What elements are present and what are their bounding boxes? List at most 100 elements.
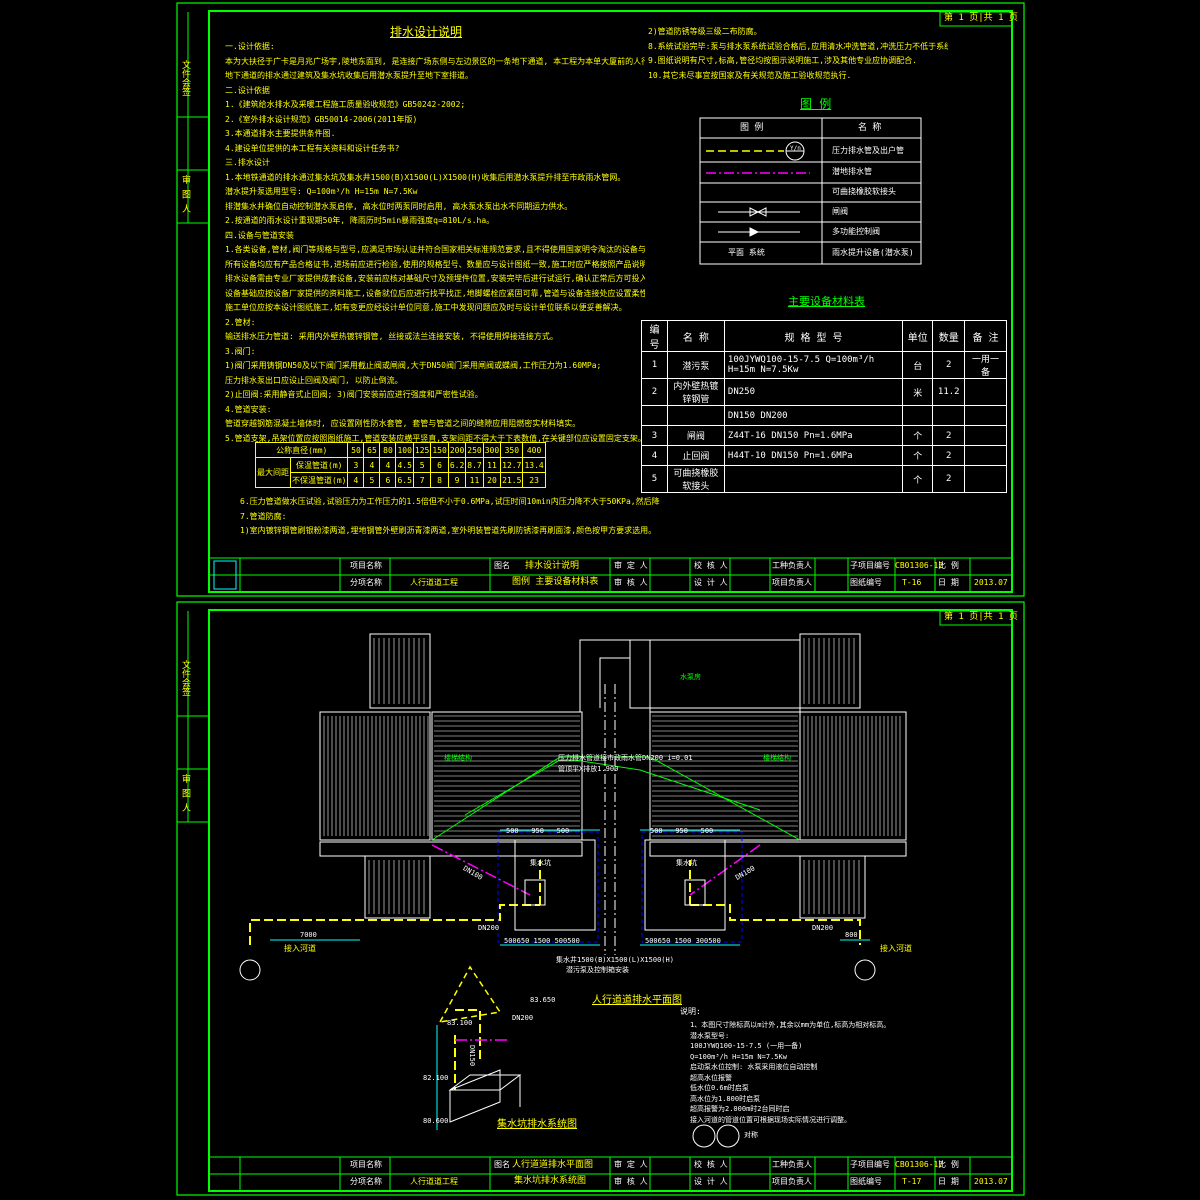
materials-title: 主要设备材料表 bbox=[788, 295, 865, 308]
dia-col: 80 bbox=[379, 442, 397, 458]
dn200-left: DN200 bbox=[478, 924, 500, 932]
design-notes-right: 2)管道防锈等级三级二布防腐。 8.系统试验完毕:泵与排水泵系统试验合格后,应用清… bbox=[648, 25, 948, 83]
dia-cell: 13.4 bbox=[522, 457, 546, 473]
to-road-left: 接入河道 bbox=[284, 944, 316, 953]
tb1-proof: 校 核 人 bbox=[694, 561, 728, 570]
note-line: 1)室内镀锌钢管刷银粉漆两道,埋地钢管外壁刷沥青漆两道,室外明装管道先刷防锈漆再… bbox=[240, 526, 657, 535]
note-line: 高水位为1.800时启泵 bbox=[690, 1094, 761, 1103]
materials-header-cell: 单位 bbox=[902, 320, 934, 352]
side-label-review-2: 审 图 人 bbox=[180, 774, 190, 812]
materials-cell-no: 2 bbox=[641, 378, 668, 406]
tb1-drawing-line2: 图例 主要设备材料表 bbox=[512, 577, 599, 587]
legend-symbol-text: Y/n bbox=[790, 145, 801, 152]
page-number-2: 第 1 页|共 1 页 bbox=[944, 612, 1018, 622]
tb1-check: 审 核 人 bbox=[614, 578, 648, 587]
materials-cell-unit: 台 bbox=[902, 351, 934, 379]
dims-left-top: 500 950 500 bbox=[506, 827, 570, 835]
materials-header-cell: 备 注 bbox=[964, 320, 1007, 352]
tb2-scale-label: 比 例 bbox=[938, 1160, 959, 1169]
legend-item: 闸阀 bbox=[832, 207, 848, 216]
tb2-drawing-line2: 集水坑排水系统图 bbox=[514, 1176, 587, 1186]
note-line: 输送排水压力管道: 采用内外壁热镀锌钢管, 丝接或法兰连接安装, 不得使用焊接连… bbox=[225, 332, 558, 341]
materials-cell-unit bbox=[902, 405, 934, 426]
dia-col: 400 bbox=[522, 442, 546, 458]
legend-item: 多功能控制阀 bbox=[832, 227, 880, 236]
note-line: 2)管道防锈等级三级二布防腐。 bbox=[648, 27, 762, 36]
materials-cell-no bbox=[641, 405, 668, 426]
tb2-project-label: 项目名称 bbox=[350, 1160, 382, 1169]
dia-cell: 21.5 bbox=[500, 472, 524, 488]
dims-right-top: 500 950 500 bbox=[650, 827, 714, 835]
materials-cell-note bbox=[964, 378, 1007, 406]
dia-cell: 4 bbox=[347, 472, 365, 488]
note-line: 压力排水泵出口应设止回阀及阀门, 以防止倒流。 bbox=[225, 375, 403, 385]
tb2-sub-label: 分项名称 bbox=[350, 1177, 382, 1186]
materials-cell-qty: 2 bbox=[932, 445, 966, 466]
note-line: 潜水泵型号: bbox=[690, 1031, 730, 1040]
tb2-drawno-label: 图纸编号 bbox=[850, 1177, 882, 1186]
pipe-note-1: 压力排水管道接市政雨水管DN200 i=0.01 bbox=[558, 754, 693, 762]
dia-cell: 3 bbox=[347, 457, 365, 473]
note-line: 2.管材: bbox=[225, 317, 256, 327]
pump-note-2: 潜污泵及控制箱安装 bbox=[566, 966, 629, 974]
symmetry-caption: 对称 bbox=[744, 1131, 758, 1139]
table-row: 5 可曲挠橡胶软接头 个 2 bbox=[641, 465, 1007, 493]
materials-header-cell: 数量 bbox=[932, 320, 966, 352]
dia-col: 250 bbox=[465, 442, 484, 458]
tb1-drawing-label: 图名 bbox=[494, 561, 510, 570]
note-line: 1.本地铁通道的排水通过集水坑及集水井1500(B)X1500(L)X1500(… bbox=[225, 172, 626, 182]
dia-cell: 12.7 bbox=[500, 457, 524, 473]
sys-dn200: DN200 bbox=[512, 1014, 534, 1022]
note-line: 一.设计依据: bbox=[225, 42, 275, 51]
tb1-pm: 项目负责人 bbox=[772, 578, 812, 587]
dia-cell: 5 bbox=[363, 472, 381, 488]
note-line: 8.系统试验完毕:泵与排水泵系统试验合格后,应用清水冲洗管道,冲洗压力不低于系统… bbox=[648, 41, 948, 51]
note-line: 1)阀门采用铸钢DN50及以下阀门采用截止阀或闸阀,大于DN50阀门采用闸阀或蝶… bbox=[225, 361, 602, 370]
tb2-lead: 工种负责人 bbox=[772, 1160, 812, 1169]
dia-cell: 4 bbox=[379, 457, 397, 473]
note-line: 地下通道的排水通过建筑及集水坑收集后用潜水泵提升至地下室排道。 bbox=[225, 71, 473, 80]
dia-col: 350 bbox=[500, 442, 524, 458]
dia-cell: 6 bbox=[379, 472, 397, 488]
tb2-pm: 项目负责人 bbox=[772, 1177, 812, 1186]
note-line: 3.阀门: bbox=[225, 346, 256, 356]
pump-note: 集水井1500(B)X1500(L)X1500(H) bbox=[556, 956, 674, 964]
tb2-review: 审 定 人 bbox=[614, 1160, 648, 1169]
pit-left-label: 集水坑 bbox=[530, 859, 551, 867]
tb2-date-label: 日 期 bbox=[938, 1177, 959, 1186]
note-line: 施工单位应按本设计图纸施工,如有变更应经设计单位同意,施工中发现问题应及时与设计… bbox=[225, 303, 627, 312]
materials-cell-qty: 2 bbox=[932, 465, 966, 493]
side-label-sign-2: 文件会签 bbox=[180, 660, 190, 696]
note-line: 四.设备与管道安装 bbox=[225, 230, 294, 240]
note-line: 超高报警为2.000m时2台同时启 bbox=[690, 1105, 790, 1113]
note-line: 启动泵水位控制: 水泵采用液位自动控制 bbox=[690, 1063, 818, 1071]
note-line: 3.本通道排水主要提供条件图. bbox=[225, 129, 336, 138]
legend-item: 雨水提升设备(潜水泵) bbox=[832, 248, 914, 257]
materials-header-cell: 规 格 型 号 bbox=[723, 320, 904, 352]
tb1-date-label: 日 期 bbox=[938, 578, 959, 587]
materials-cell-spec: DN150 DN200 bbox=[723, 405, 904, 426]
water-room-label: 水泵房 bbox=[680, 673, 701, 681]
dims-left-bottom: 500650 1500 500500 bbox=[504, 937, 580, 945]
note-line: 2.《室外排水设计规范》GB50014-2006(2011年版) bbox=[225, 114, 418, 124]
pit-right-label: 集水坑 bbox=[676, 859, 697, 867]
materials-cell-spec: H44T-10 DN150 Pn=1.6MPa bbox=[723, 445, 904, 466]
legend-symbol-text: 平面 系统 bbox=[728, 248, 765, 257]
dia-col: 200 bbox=[447, 442, 467, 458]
tb1-lead: 工种负责人 bbox=[772, 561, 812, 570]
note-line: Q=100m³/h H=15m N=7.5Kw bbox=[690, 1052, 787, 1061]
dia-col: 50 bbox=[347, 442, 365, 458]
table-row: 3 闸阀 Z44T-16 DN150 Pn=1.6MPa 个 2 bbox=[641, 425, 1007, 446]
materials-cell-spec: Z44T-16 DN150 Pn=1.6MPa bbox=[723, 425, 904, 446]
dia-cell: 9 bbox=[447, 472, 467, 488]
tb2-subno-value: CB01306-17 bbox=[895, 1160, 944, 1169]
materials-cell-no: 5 bbox=[641, 465, 668, 493]
table-row: 2 内外壁热镀锌钢管 DN250 米 11.2 bbox=[641, 378, 1007, 406]
dia-cell: 6.5 bbox=[395, 472, 414, 488]
tb2-sub-value: 人行道道工程 bbox=[410, 1177, 458, 1186]
tb2-drawing-label: 图名 bbox=[494, 1160, 510, 1169]
materials-cell-no: 3 bbox=[641, 425, 668, 446]
materials-cell-unit: 个 bbox=[902, 425, 934, 446]
note-line: 超高水位报警 bbox=[690, 1073, 732, 1082]
design-notes-continued: 6.压力管道做水压试验,试验压力为工作压力的1.5倍但不小于0.6MPa,试压时… bbox=[240, 495, 660, 539]
